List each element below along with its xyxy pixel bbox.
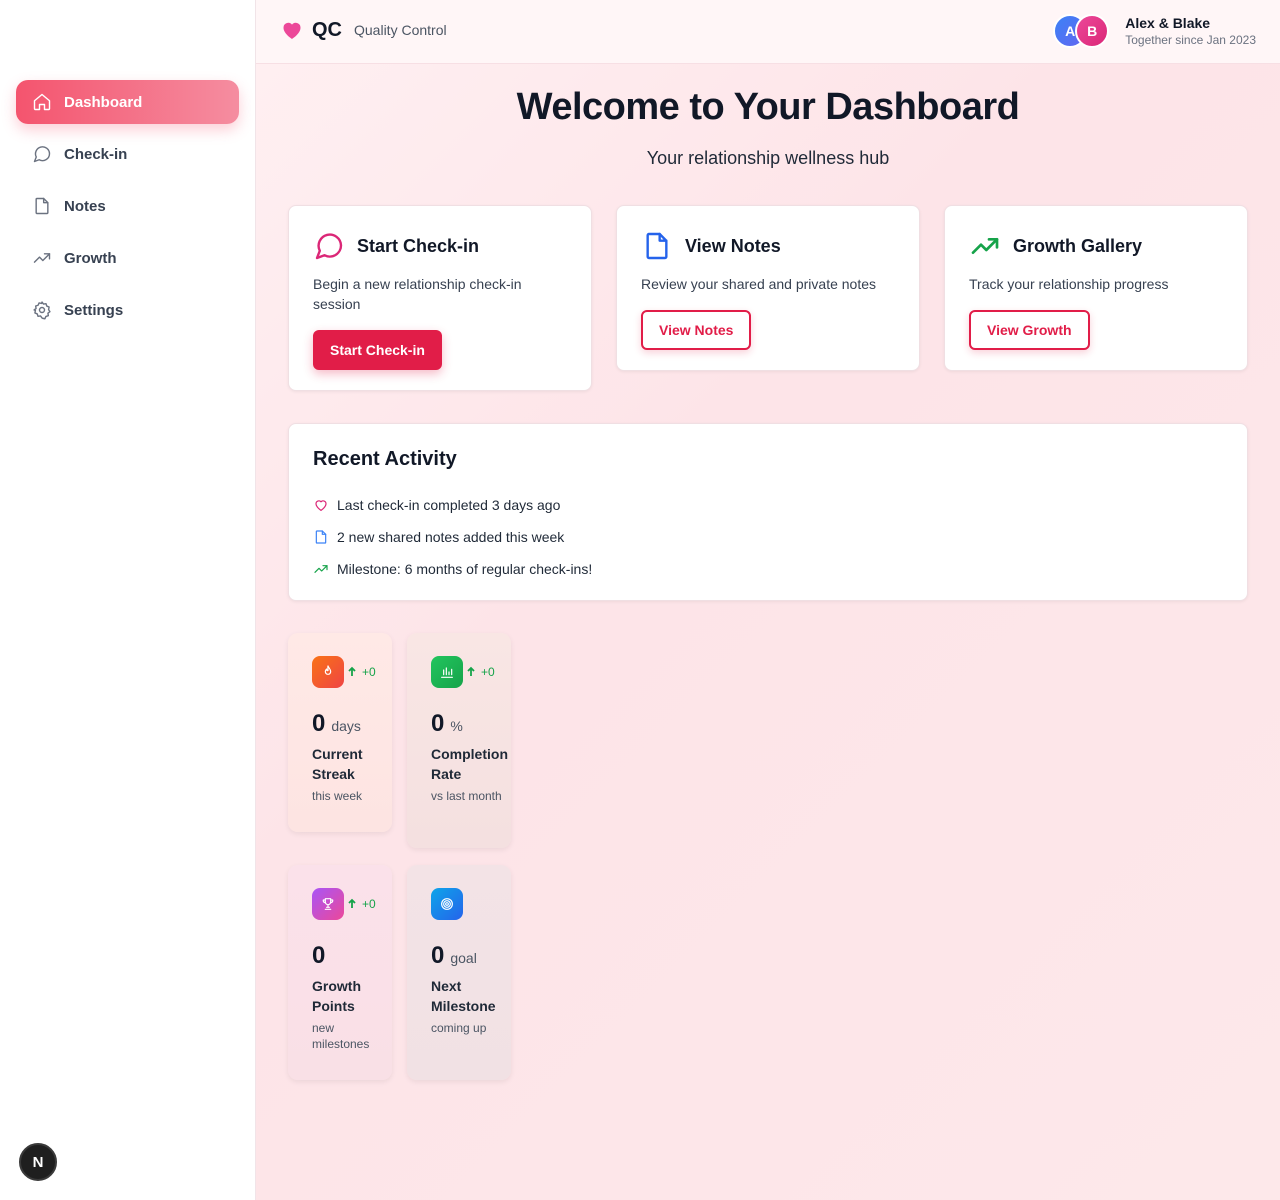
sidebar-item-check-in[interactable]: Check-in [16,132,239,176]
sidebar-item-label: Notes [64,197,106,215]
trending-up-icon [313,561,329,577]
view-growth-button[interactable]: View Growth [969,310,1090,350]
trending-up-icon [971,238,999,254]
view-notes-button[interactable]: View Notes [641,310,752,350]
stat-card-current-streak: +0 0 days Current Streak this week [288,633,392,832]
card-title: Growth Gallery [1013,235,1143,256]
stat-label: Completion Rate [431,746,508,782]
sidebar-item-settings[interactable]: Settings [16,288,239,332]
activity-item: 2 new shared notes added this week [313,521,1223,553]
activity-text: 2 new shared notes added this week [337,529,565,545]
stat-card-growth-points: +0 0 Growth Points new milestones [288,865,392,1080]
sidebar-item-notes[interactable]: Notes [16,184,239,228]
stat-unit: days [331,718,361,734]
card-description: Track your relationship progress [969,276,1169,292]
card-title: View Notes [685,235,781,256]
trend-indicator: +0 [346,665,376,679]
stat-card-next-milestone: 0 goal Next Milestone coming up [407,865,511,1080]
sidebar-nav: Dashboard Check-in Notes Growth Settings [16,80,239,340]
stat-value: 0 [431,942,445,969]
avatar-group: A B [1053,14,1111,48]
arrow-up-icon [467,666,475,676]
sidebar-item-growth[interactable]: Growth [16,236,239,280]
card-description: Begin a new relationship check-in sessio… [313,276,522,312]
stat-unit: goal [450,950,477,966]
dev-tools-badge[interactable]: N [19,1143,57,1181]
file-icon [313,529,329,545]
flame-icon [312,656,344,688]
stat-label: Growth Points [312,978,361,1014]
message-circle-icon [315,233,343,260]
trophy-icon [312,888,344,920]
page-title: Welcome to Your Dashboard [516,86,1020,128]
stat-value: 0 [312,942,326,969]
stat-note: new milestones [312,1021,370,1051]
gear-icon [32,300,52,320]
main-content: QC Quality Control A B Alex & Blake Toge… [256,0,1280,1200]
arrow-up-icon [348,666,356,676]
sidebar-item-label: Growth [64,249,117,267]
avatar: B [1075,14,1110,48]
stat-note: vs last month [431,789,502,803]
activity-item: Last check-in completed 3 days ago [313,489,1223,521]
activity-text: Last check-in completed 3 days ago [337,497,561,513]
bar-chart-icon [431,656,463,688]
growth-gallery-card: Growth Gallery Track your relationship p… [944,205,1248,371]
sidebar-item-dashboard[interactable]: Dashboard [16,80,239,124]
card-description: Review your shared and private notes [641,276,877,292]
trend-indicator: +0 [346,897,376,911]
activity-text: Milestone: 6 months of regular check-ins… [337,561,593,577]
message-circle-icon [32,144,52,164]
stat-label: Current Streak [312,746,363,782]
brand[interactable]: QC Quality Control [280,18,447,42]
target-icon [431,888,463,920]
stat-note: this week [312,789,363,803]
stat-label: Next Milestone [431,978,496,1014]
trend-indicator: +0 [465,665,495,679]
stat-note: coming up [431,1021,487,1035]
stat-card-completion-rate: +0 0 % Completion Rate vs last month [407,633,511,848]
sidebar-item-label: Check-in [64,145,128,163]
activity-item: Milestone: 6 months of regular check-ins… [313,553,1223,585]
stat-unit: % [450,718,463,734]
brand-name: QC [312,18,342,41]
sidebar: Dashboard Check-in Notes Growth Settings [0,0,256,1200]
heart-logo-icon [283,22,301,39]
section-title: Recent Activity [313,448,457,470]
top-bar: QC Quality Control A B Alex & Blake Toge… [256,0,1280,64]
arrow-up-icon [348,898,356,908]
view-notes-card: View Notes Review your shared and privat… [616,205,920,371]
home-icon [32,92,52,112]
user-since: Together since Jan 2023 [1125,33,1256,47]
card-title: Start Check-in [357,235,480,256]
user-info[interactable]: A B Alex & Blake Together since Jan 2023 [1053,14,1256,48]
stat-value: 0 [431,710,445,737]
recent-activity-card: Recent Activity Last check-in completed … [288,423,1248,601]
trending-up-icon [32,248,52,268]
stat-value: 0 [312,710,326,737]
page-subtitle: Your relationship wellness hub [646,148,890,168]
file-icon [32,196,52,216]
user-names: Alex & Blake [1125,15,1211,31]
file-icon [646,232,668,260]
start-check-in-button[interactable]: Start Check-in [313,330,442,370]
sidebar-item-label: Settings [64,301,124,319]
sidebar-item-label: Dashboard [64,93,143,111]
start-check-in-card: Start Check-in Begin a new relationship … [288,205,592,391]
brand-subtitle: Quality Control [354,22,447,38]
heart-icon [313,497,329,513]
